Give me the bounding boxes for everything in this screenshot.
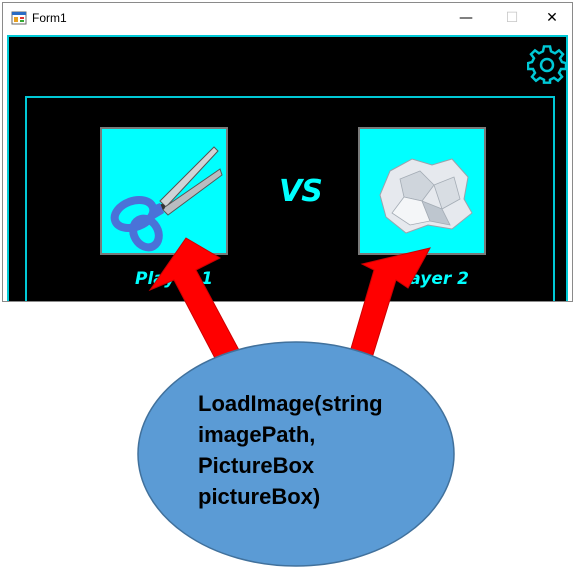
minimize-button[interactable]: — xyxy=(443,3,489,33)
close-button[interactable]: ✕ xyxy=(529,3,572,33)
callout-line: imagePath, xyxy=(198,422,316,447)
app-icon xyxy=(11,11,27,25)
callout-line: PictureBox xyxy=(198,453,315,478)
vs-label: VS xyxy=(279,174,323,209)
callout-text: LoadImage(string imagePath, PictureBox p… xyxy=(198,388,428,512)
scissors-icon xyxy=(110,146,223,252)
player2-label: Player 2 xyxy=(391,269,469,289)
player1-picturebox[interactable] xyxy=(100,127,228,255)
game-panel: VS Player 1 Player 2 xyxy=(7,35,568,301)
player2-picturebox[interactable] xyxy=(358,127,486,255)
crumpled-paper-icon xyxy=(379,158,473,234)
player1-label: Player 1 xyxy=(135,269,213,289)
form-window: Form1 — ☐ ✕ VS Player 1 Player 2 xyxy=(2,2,573,302)
callout-line: pictureBox) xyxy=(198,484,321,509)
callout-line: LoadImage(string xyxy=(198,391,383,416)
title-bar[interactable]: Form1 — ☐ ✕ xyxy=(3,3,572,33)
window-title: Form1 xyxy=(32,11,67,25)
gear-icon[interactable] xyxy=(527,45,567,85)
